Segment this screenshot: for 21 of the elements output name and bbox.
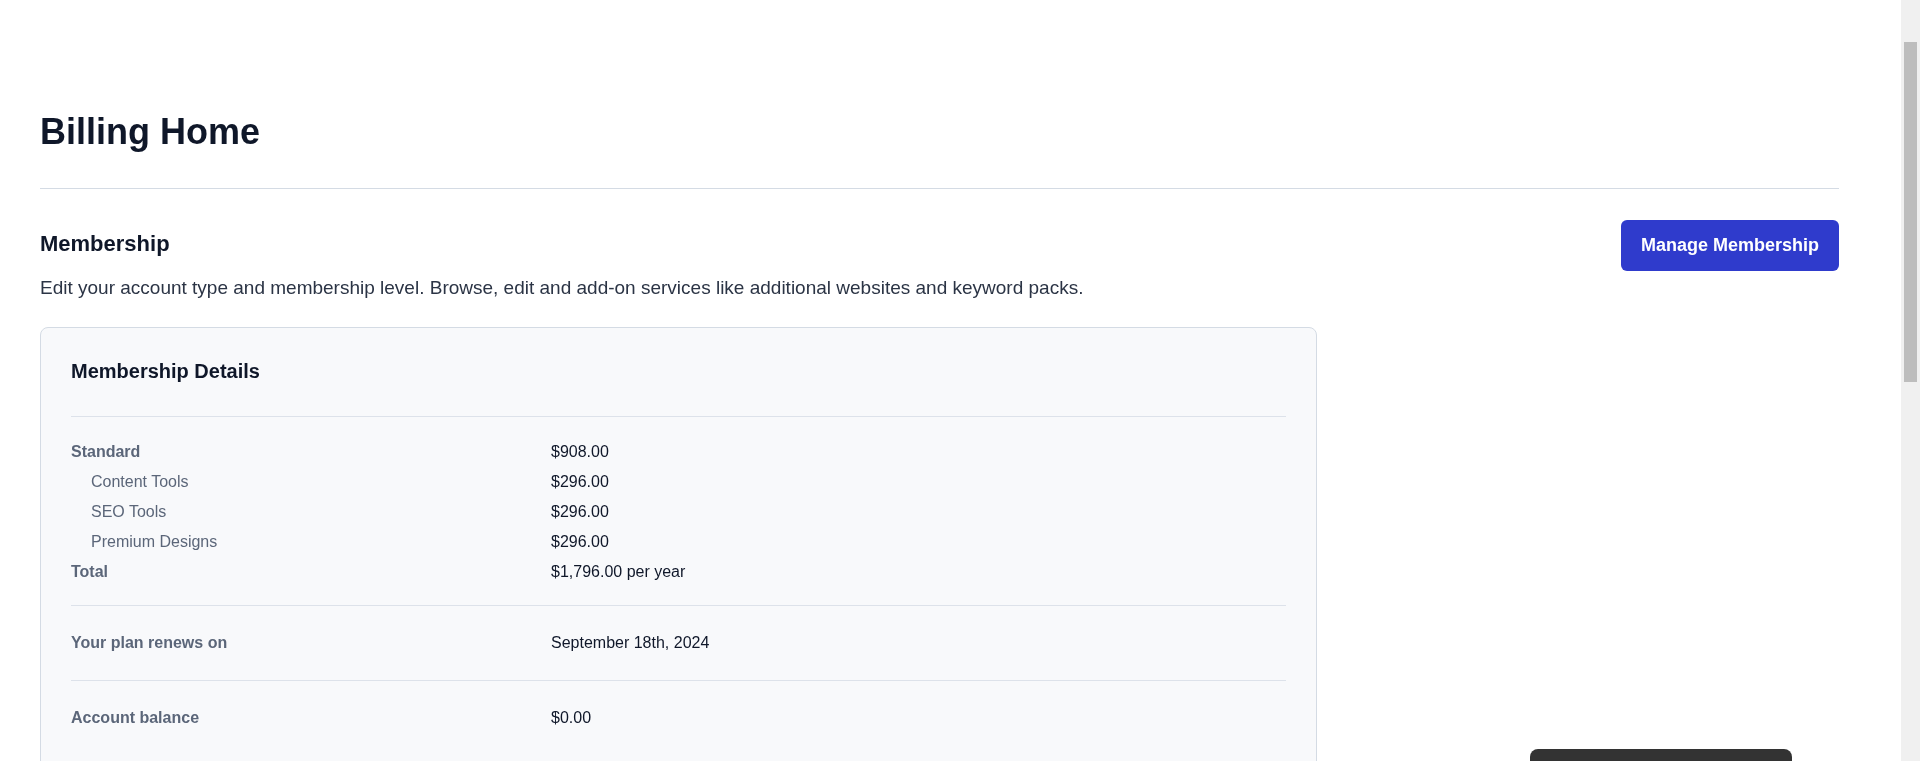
line-item-value: $296.00 xyxy=(551,473,609,490)
detail-label: Your plan renews on xyxy=(71,634,228,651)
page-title: Billing Home xyxy=(40,110,261,154)
line-item-label: SEO Tools xyxy=(90,503,167,520)
line-item-value: $296.00 xyxy=(551,533,609,550)
line-item-value: $296.00 xyxy=(551,503,609,520)
card-title: Membership Details xyxy=(71,359,261,384)
line-item-label: Premium Designs xyxy=(90,533,218,550)
detail-value: $0.00 xyxy=(551,709,592,726)
scrollbar-thumb[interactable] xyxy=(1904,42,1917,382)
detail-label: Account balance xyxy=(71,709,200,726)
section-heading: Membership xyxy=(40,230,170,258)
line-item-value: $908.00 xyxy=(551,443,609,460)
manage-membership-button[interactable]: Manage Membership xyxy=(1620,220,1839,271)
scrollbar[interactable] xyxy=(1901,0,1920,761)
line-item-value: $1,796.00 per year xyxy=(551,563,686,580)
section-description: Edit your account type and membership level. Browse, edit and add-on services like additional websites and keyword packs. xyxy=(40,276,1085,300)
line-item-label: Standard xyxy=(71,443,141,460)
line-item-label: Total xyxy=(71,563,109,580)
line-item-label: Content Tools xyxy=(90,473,189,490)
detail-value: September 18th, 2024 xyxy=(551,634,710,651)
